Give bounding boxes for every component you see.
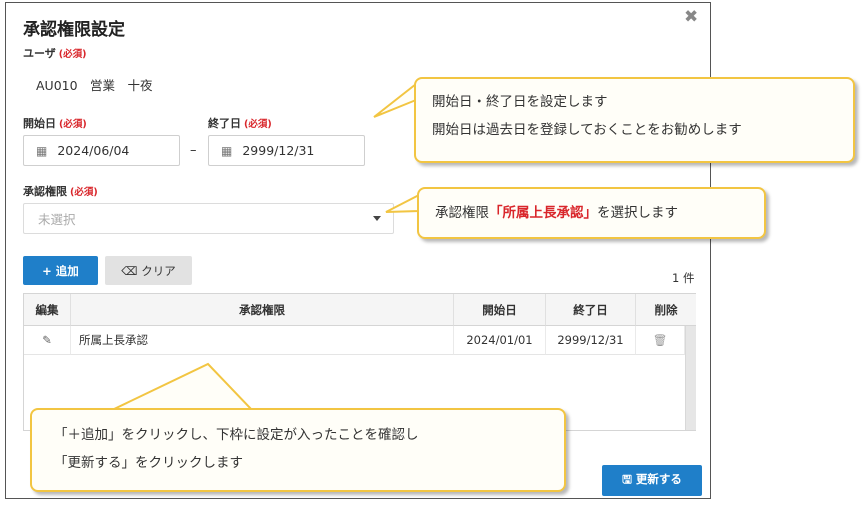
authority-callout-prefix: 承認権限 bbox=[435, 205, 489, 221]
authority-callout-tail bbox=[385, 193, 420, 213]
add-callout: 「＋追加」をクリックし、下枠に設定が入ったことを確認し 「更新する」をクリックし… bbox=[30, 408, 566, 492]
authority-callout-highlight: 「所属上長承認」 bbox=[489, 205, 597, 221]
dates-callout-line1: 開始日・終了日を設定します bbox=[432, 94, 608, 110]
add-callout-line2: 「更新する」をクリックします bbox=[54, 455, 243, 471]
dates-callout-line2: 開始日は過去日を登録しておくことをお勧めします bbox=[432, 122, 742, 138]
add-callout-tail bbox=[111, 362, 255, 411]
dates-callout: 開始日・終了日を設定します 開始日は過去日を登録しておくことをお勧めします bbox=[414, 77, 855, 163]
add-callout-line1: 「＋追加」をクリックし、下枠に設定が入ったことを確認し bbox=[54, 427, 419, 443]
dates-callout-tail bbox=[373, 81, 417, 118]
authority-callout: 承認権限「所属上長承認」を選択します bbox=[417, 187, 766, 239]
authority-callout-suffix: を選択します bbox=[597, 205, 678, 221]
screenshot-stage: 承認権限設定 ✖ ユーザ (必須) AU010 営業 十夜 開始日 (必須) 終了日… bbox=[0, 0, 863, 505]
